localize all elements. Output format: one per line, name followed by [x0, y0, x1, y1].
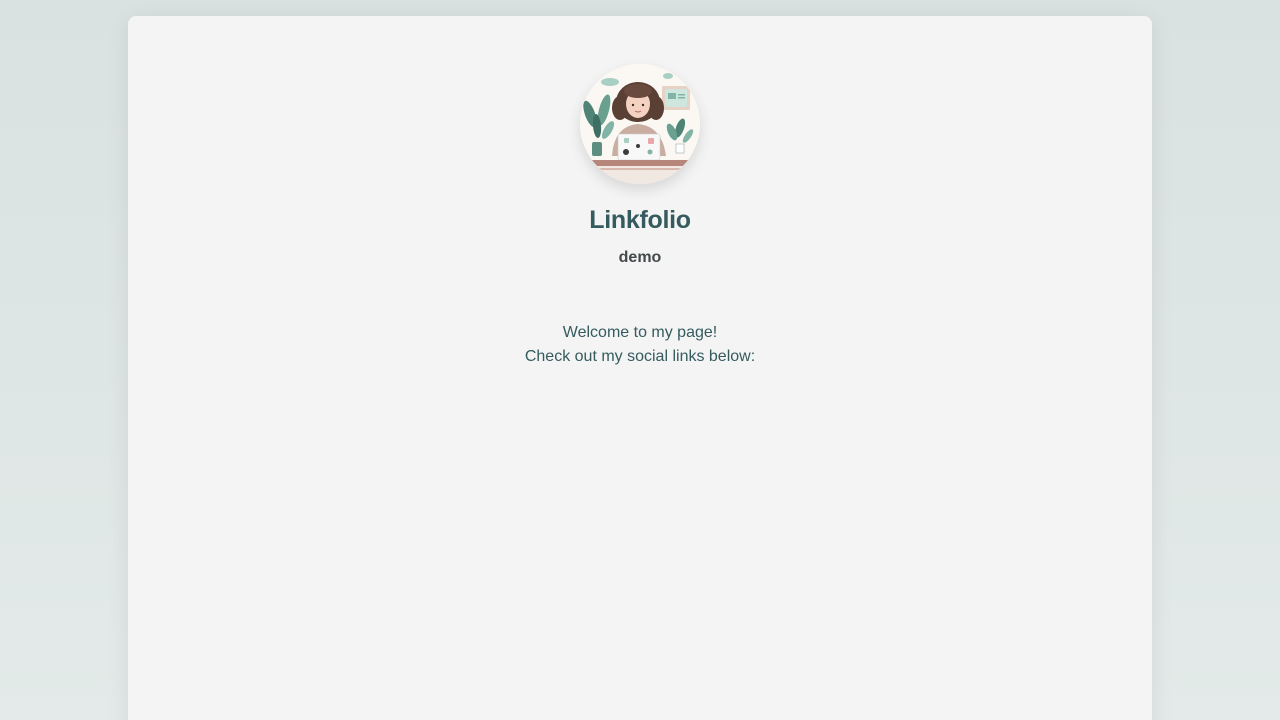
page-title: Linkfolio [589, 206, 691, 234]
bio-line: Check out my social links below: [524, 348, 756, 365]
profile-card: Linkfolio demo Welcome to my page! Check… [128, 16, 1152, 720]
profile-illustration-icon [580, 64, 700, 184]
username: demo [618, 249, 662, 266]
bio-line: Welcome to my page! [562, 324, 718, 341]
bio: Welcome to my page! Check out my social … [128, 321, 1152, 369]
avatar [580, 64, 700, 184]
